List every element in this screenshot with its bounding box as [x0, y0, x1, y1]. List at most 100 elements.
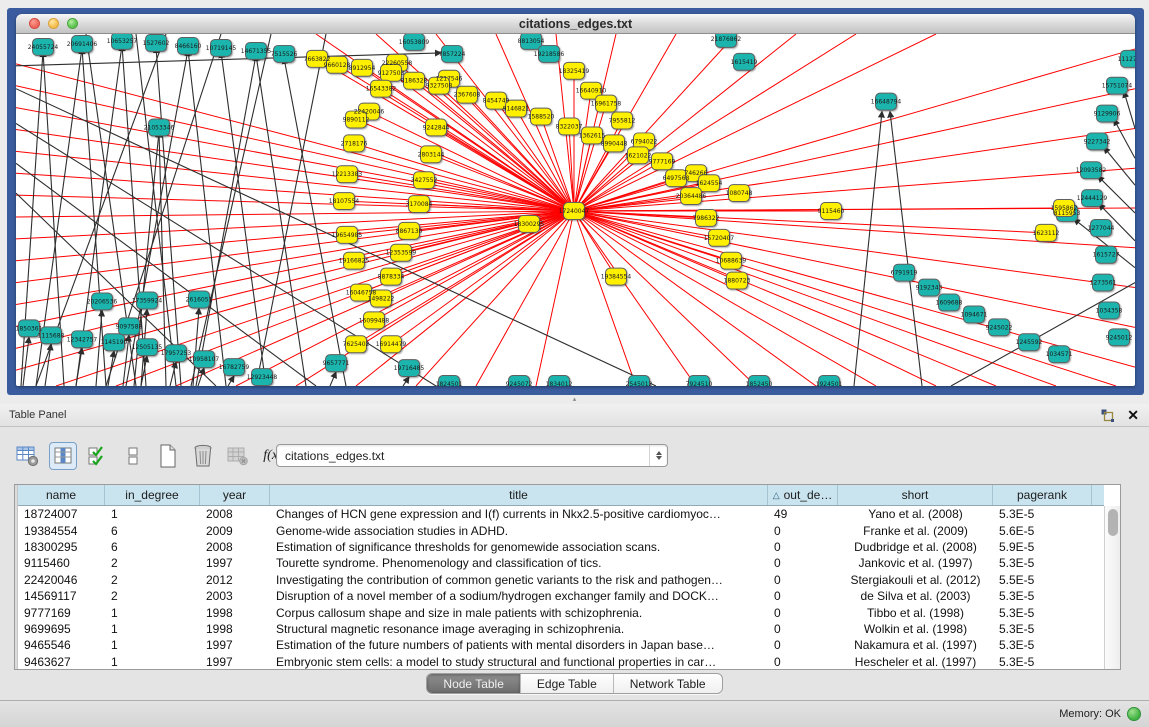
table-cell[interactable]: 9699695	[18, 621, 105, 637]
table-cell[interactable]: Disruption of a novel member of a sodium…	[270, 588, 768, 604]
table-cell[interactable]: 14569117	[18, 588, 105, 604]
table-cell[interactable]: Tibbo et al. (1998)	[838, 604, 993, 620]
row-height-button[interactable]	[119, 442, 147, 470]
close-window-icon[interactable]	[29, 18, 40, 29]
table-row[interactable]: 1938455462009Genome-wide association stu…	[18, 522, 1104, 538]
table-row[interactable]: 1456911722003Disruption of a novel membe…	[18, 588, 1104, 604]
table-row[interactable]: 946362711997Embryonic stem cells: a mode…	[18, 654, 1104, 669]
minimize-window-icon[interactable]	[48, 18, 59, 29]
table-cell[interactable]: 18300295	[18, 539, 105, 555]
table-cell[interactable]: 2	[105, 588, 200, 604]
table-cell[interactable]: 2008	[200, 539, 270, 555]
table-cell[interactable]: Jankovic et al. (1997)	[838, 555, 993, 571]
table-row[interactable]: 946554611997Estimation of the future num…	[18, 637, 1104, 653]
table-cell[interactable]: 5.9E-5	[993, 539, 1092, 555]
table-cell[interactable]: 5.3E-5	[993, 621, 1092, 637]
table-cell[interactable]: 0	[768, 654, 838, 669]
column-header-title[interactable]: title	[270, 485, 768, 505]
table-cell[interactable]: 5.3E-5	[993, 604, 1092, 620]
table-cell[interactable]: Yano et al. (2008)	[838, 506, 993, 522]
table-cell[interactable]: 1998	[200, 604, 270, 620]
table-cell[interactable]: Hescheler et al. (1997)	[838, 654, 993, 669]
table-cell[interactable]: 9115460	[18, 555, 105, 571]
table-settings-button[interactable]	[14, 442, 42, 470]
table-row[interactable]: 977716911998Corpus callosum shape and si…	[18, 604, 1104, 620]
table-cell[interactable]: 6	[105, 522, 200, 538]
column-header-indegree[interactable]: in_degree	[105, 485, 200, 505]
table-cell[interactable]: Wolkin et al. (1998)	[838, 621, 993, 637]
table-cell[interactable]: 0	[768, 572, 838, 588]
table-cell[interactable]: 9463627	[18, 654, 105, 669]
column-header-outde[interactable]: △out_de…	[768, 485, 838, 505]
table-row[interactable]: 2242004622012Investigating the contribut…	[18, 572, 1104, 588]
table-cell[interactable]: 2009	[200, 522, 270, 538]
tab-network-table[interactable]: Network Table	[614, 674, 722, 693]
table-cell[interactable]: 1997	[200, 555, 270, 571]
table-cell[interactable]: 5.3E-5	[993, 637, 1092, 653]
table-cell[interactable]: Genome-wide association studies in ADHD.	[270, 522, 768, 538]
table-cell[interactable]: 5.6E-5	[993, 522, 1092, 538]
table-cell[interactable]: 18724007	[18, 506, 105, 522]
table-cell[interactable]: Estimation of the future numbers of pati…	[270, 637, 768, 653]
table-cell[interactable]: 1	[105, 506, 200, 522]
table-cell[interactable]: 2	[105, 555, 200, 571]
table-cell[interactable]: 19384554	[18, 522, 105, 538]
table-cell[interactable]: 0	[768, 637, 838, 653]
table-cell[interactable]: Tourette syndrome. Phenomenology and cla…	[270, 555, 768, 571]
network-window-titlebar[interactable]: citations_edges.txt	[16, 14, 1135, 34]
table-row[interactable]: 1830029562008Estimation of significance …	[18, 539, 1104, 555]
table-cell[interactable]: 2008	[200, 506, 270, 522]
table-cell[interactable]: 6	[105, 539, 200, 555]
table-cell[interactable]: 1998	[200, 621, 270, 637]
close-panel-icon[interactable]: ✕	[1127, 408, 1139, 422]
table-cell[interactable]: 5.3E-5	[993, 654, 1092, 669]
table-cell[interactable]: Embryonic stem cells: a model to study s…	[270, 654, 768, 669]
memory-status-icon[interactable]	[1127, 707, 1141, 721]
table-cell[interactable]: 2	[105, 572, 200, 588]
table-cell[interactable]: Stergiakouli et al. (2012)	[838, 572, 993, 588]
column-header-pagerank[interactable]: pagerank	[993, 485, 1092, 505]
table-cell[interactable]: 1997	[200, 637, 270, 653]
splitter-collapse-icon[interactable]: ▴	[573, 396, 577, 403]
tab-node-table[interactable]: Node Table	[427, 674, 521, 693]
network-graph[interactable]: 2405572420691406106532571527602846616010…	[16, 34, 1135, 386]
edit-values-button[interactable]	[84, 442, 112, 470]
table-cell[interactable]: Investigating the contribution of common…	[270, 572, 768, 588]
float-panel-icon[interactable]	[1100, 408, 1115, 423]
table-scrollbar-thumb[interactable]	[1108, 509, 1118, 536]
network-canvas[interactable]: 2405572420691406106532571527602846616010…	[16, 34, 1135, 386]
table-cell[interactable]: Changes of HCN gene expression and I(f) …	[270, 506, 768, 522]
table-cell[interactable]: 0	[768, 539, 838, 555]
table-cell[interactable]: 0	[768, 588, 838, 604]
table-cell[interactable]: 9777169	[18, 604, 105, 620]
table-cell[interactable]: 5.3E-5	[993, 588, 1092, 604]
table-cell[interactable]: Corpus callosum shape and size in male p…	[270, 604, 768, 620]
table-cell[interactable]: 1	[105, 604, 200, 620]
column-header-short[interactable]: short	[838, 485, 993, 505]
table-cell[interactable]: Franke et al. (2009)	[838, 522, 993, 538]
table-scrollbar[interactable]	[1104, 506, 1120, 669]
table-cell[interactable]: Dudbridge et al. (2008)	[838, 539, 993, 555]
table-cell[interactable]: 1	[105, 621, 200, 637]
panel-splitter[interactable]: ▴	[0, 395, 1149, 404]
table-cell[interactable]: Structural magnetic resonance image aver…	[270, 621, 768, 637]
table-row[interactable]: 969969511998Structural magnetic resonanc…	[18, 621, 1104, 637]
table-cell[interactable]: 1	[105, 637, 200, 653]
column-header-name[interactable]: name	[18, 485, 105, 505]
table-cell[interactable]: 5.3E-5	[993, 506, 1092, 522]
table-row[interactable]: 1872400712008Changes of HCN gene express…	[18, 506, 1104, 522]
table-cell[interactable]: 1997	[200, 654, 270, 669]
table-cell[interactable]: 22420046	[18, 572, 105, 588]
table-cell[interactable]: de Silva et al. (2003)	[838, 588, 993, 604]
delete-attributes-button[interactable]	[189, 442, 217, 470]
table-cell[interactable]: Nakamura et al. (1997)	[838, 637, 993, 653]
table-cell[interactable]: 1	[105, 654, 200, 669]
table-cell[interactable]: 0	[768, 522, 838, 538]
table-cell[interactable]: 9465546	[18, 637, 105, 653]
table-cell[interactable]: 0	[768, 604, 838, 620]
table-cell[interactable]: 2003	[200, 588, 270, 604]
table-cell[interactable]: 2012	[200, 572, 270, 588]
table-cell[interactable]: 0	[768, 621, 838, 637]
zoom-window-icon[interactable]	[67, 18, 78, 29]
table-cell[interactable]: 0	[768, 555, 838, 571]
